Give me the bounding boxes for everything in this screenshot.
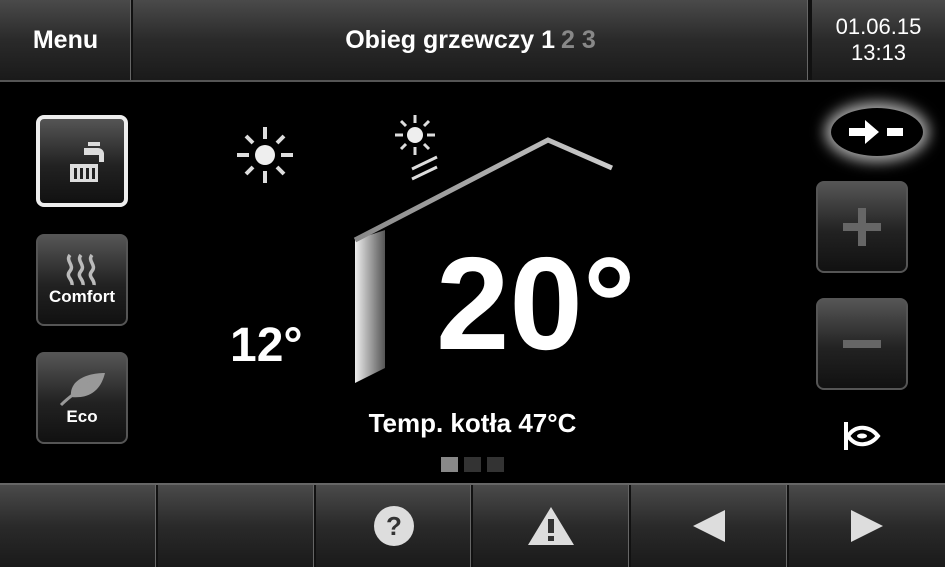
mode-pill-button[interactable] xyxy=(831,108,923,156)
page-dot[interactable] xyxy=(441,457,458,472)
plus-button[interactable] xyxy=(816,181,908,273)
sun-icon xyxy=(237,127,293,183)
footer-button-1[interactable] xyxy=(0,485,158,567)
next-button[interactable] xyxy=(789,485,945,567)
minus-button[interactable] xyxy=(816,298,908,390)
triangle-left-icon xyxy=(693,510,726,542)
outdoor-temperature: 12° xyxy=(230,319,303,372)
triangle-right-icon xyxy=(851,510,884,542)
header: Menu Obieg grzewczy 12 3 01.06.15 13:13 xyxy=(0,0,945,82)
mode-comfort-button[interactable]: Comfort xyxy=(36,234,128,326)
page-indicator xyxy=(441,457,504,472)
page-dot[interactable] xyxy=(464,457,481,472)
plus-icon xyxy=(843,208,881,246)
mode-label: Comfort xyxy=(48,287,116,306)
previous-button[interactable] xyxy=(631,485,790,567)
radiator-tap-icon xyxy=(70,142,104,182)
help-button[interactable]: ? xyxy=(316,485,474,567)
mode-label: Eco xyxy=(66,407,98,426)
warning-button[interactable] xyxy=(473,485,632,567)
room-temperature: 20° xyxy=(436,230,636,377)
menu-button[interactable]: Menu xyxy=(0,0,133,80)
title-text: Obieg grzewczy xyxy=(345,25,535,54)
mode-eco-button[interactable]: Eco xyxy=(36,352,128,444)
page-title: Obieg grzewczy 12 3 xyxy=(133,0,810,80)
svg-text:?: ? xyxy=(386,511,402,541)
leaf-icon xyxy=(59,373,105,407)
footer-button-2[interactable] xyxy=(158,485,316,567)
time: 13:13 xyxy=(850,40,907,65)
solar-radiation-icon xyxy=(395,115,438,181)
arrow-dash-icon xyxy=(849,120,903,144)
minus-icon xyxy=(843,340,881,348)
heat-waves-icon xyxy=(66,253,96,286)
warning-icon xyxy=(528,507,575,545)
footer-bar: ? xyxy=(0,483,945,567)
datetime[interactable]: 01.06.15 13:13 xyxy=(810,0,945,80)
date: 01.06.15 xyxy=(835,14,922,39)
help-icon: ? xyxy=(373,506,414,546)
eye-symbol-icon[interactable] xyxy=(842,422,882,452)
circuit-other-tabs[interactable]: 2 3 xyxy=(561,26,596,55)
mode-radiator-tap-button[interactable] xyxy=(36,115,128,207)
circuit-1-tab[interactable]: 1 xyxy=(541,26,555,55)
boiler-temperature: Temp. kotła 47°C xyxy=(368,408,577,438)
page-dot[interactable] xyxy=(487,457,504,472)
